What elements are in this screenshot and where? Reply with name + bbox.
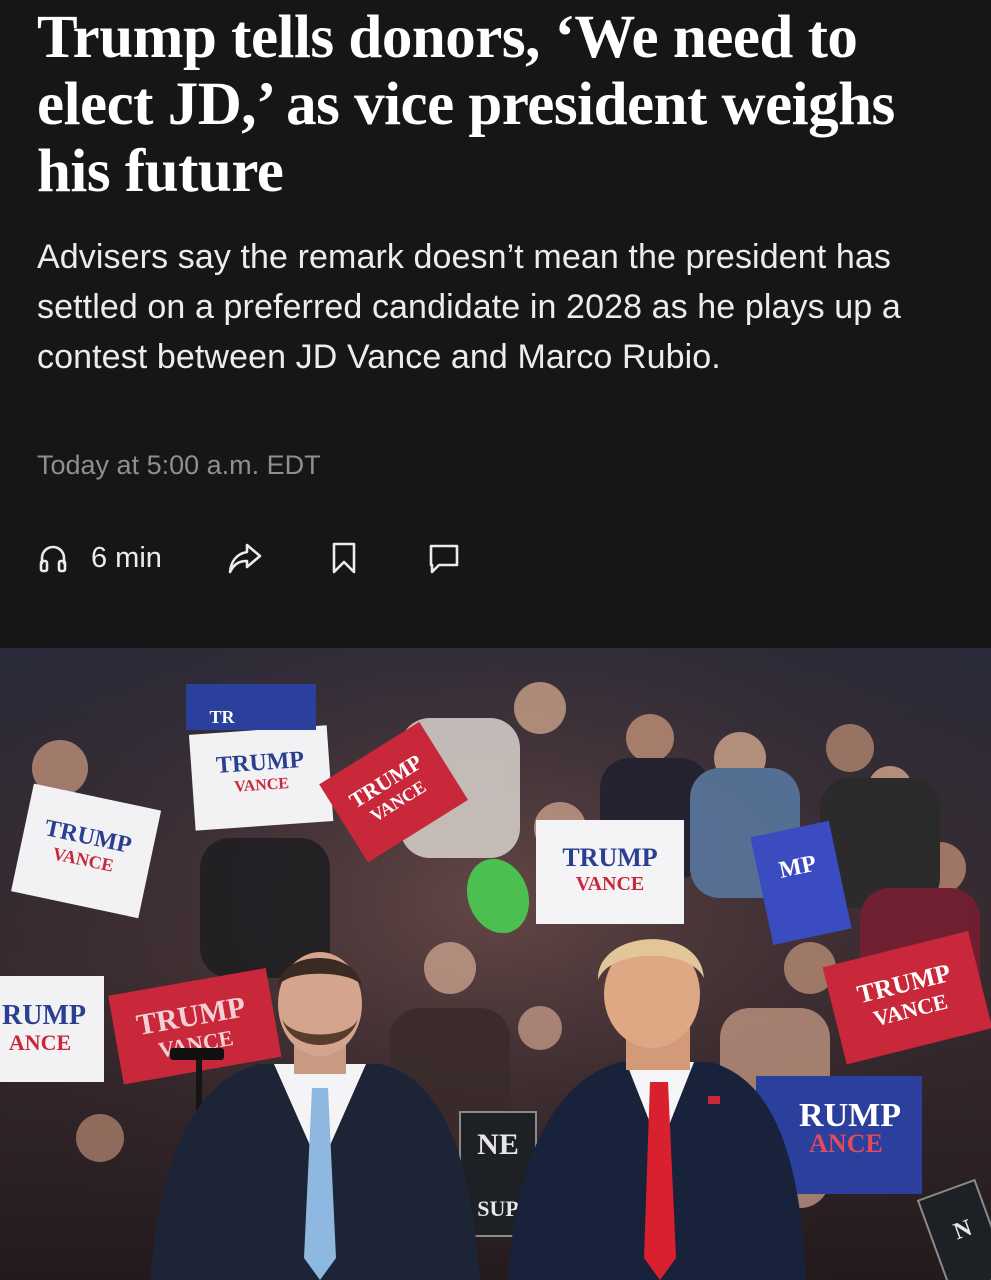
svg-text:RUMP: RUMP — [2, 1000, 86, 1031]
svg-text:VANCE: VANCE — [576, 873, 645, 895]
article-action-bar: 6 min — [37, 536, 497, 580]
comment-icon — [427, 541, 461, 575]
listen-duration: 6 min — [91, 541, 162, 574]
rally-photo-illustration: TRUMP VANCE TRUMP VANCE TRUMP VANCE TRUM… — [0, 648, 991, 1280]
comment-button[interactable] — [427, 536, 461, 580]
article-header: Trump tells donors, ‘We need to elect JD… — [0, 0, 991, 648]
share-button[interactable] — [227, 536, 263, 580]
publish-timestamp: Today at 5:00 a.m. EDT — [37, 450, 321, 480]
svg-text:TRUMP: TRUMP — [562, 843, 657, 872]
share-icon — [227, 541, 263, 575]
svg-text:TR: TR — [209, 707, 235, 727]
sign-white-1: TRUMP VANCE — [188, 725, 334, 831]
svg-text:ANCE: ANCE — [809, 1129, 883, 1158]
svg-text:NE: NE — [477, 1128, 519, 1161]
listen-button[interactable]: 6 min — [37, 536, 162, 580]
lead-photo: TRUMP VANCE TRUMP VANCE TRUMP VANCE TRUM… — [0, 648, 991, 1280]
bookmark-icon — [330, 541, 358, 575]
sign-white-4: RUMP ANCE — [0, 976, 104, 1082]
sign-white-3: TRUMP VANCE — [536, 820, 684, 924]
headphones-icon — [37, 542, 69, 574]
headline: Trump tells donors, ‘We need to elect JD… — [37, 4, 895, 205]
bookmark-button[interactable] — [330, 536, 358, 580]
svg-text:SUP: SUP — [477, 1196, 519, 1221]
article-dek: Advisers say the remark doesn’t mean the… — [37, 238, 901, 376]
sign-blue-top: TR — [186, 684, 316, 730]
svg-text:ANCE: ANCE — [9, 1030, 71, 1055]
